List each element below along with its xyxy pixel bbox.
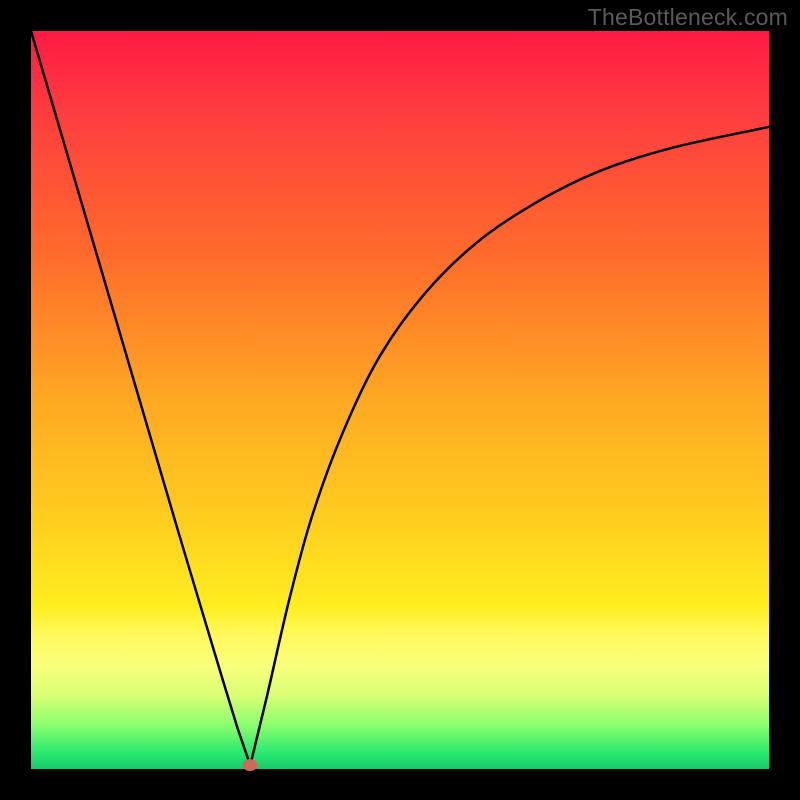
chart-frame: TheBottleneck.com: [0, 0, 800, 800]
plot-area: [31, 31, 769, 769]
watermark-text: TheBottleneck.com: [588, 4, 788, 31]
bottleneck-curve: [31, 31, 769, 769]
curve-left-segment: [31, 31, 250, 765]
curve-right-segment: [250, 127, 769, 765]
minimum-marker-dot: [243, 759, 258, 771]
